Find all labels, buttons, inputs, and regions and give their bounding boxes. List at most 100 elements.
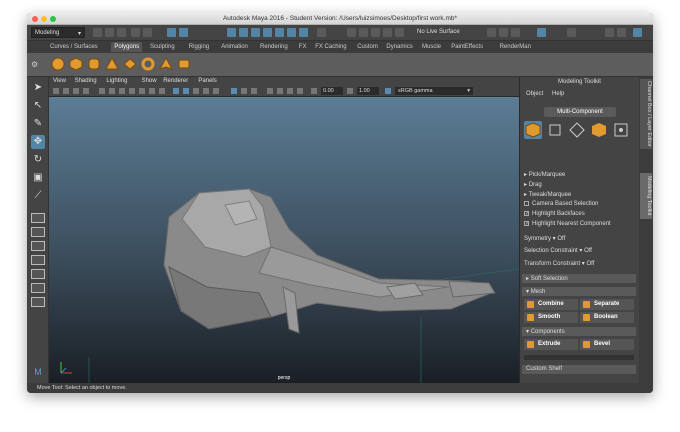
safe-action-icon[interactable] bbox=[149, 88, 155, 94]
motion-blur-icon[interactable] bbox=[277, 88, 283, 94]
tab-fx[interactable]: FX bbox=[296, 42, 310, 52]
lasso-tool-icon[interactable]: ↖ bbox=[31, 99, 45, 113]
ipr-render-icon[interactable] bbox=[511, 28, 520, 37]
spaceship-model[interactable] bbox=[49, 97, 519, 383]
mode-selector[interactable]: Modeling ▾ bbox=[31, 27, 85, 38]
face-mask-icon[interactable] bbox=[263, 28, 272, 37]
highlight-backfaces-checkbox[interactable]: ✓ Highlight Backfaces bbox=[524, 211, 585, 217]
tab-painteffects[interactable]: PaintEffects bbox=[448, 42, 486, 52]
tweak-marquee-option[interactable]: ▸ Tweak/Marquee bbox=[524, 191, 571, 198]
perspective-viewport[interactable]: persp bbox=[49, 97, 519, 383]
color-management-icon[interactable] bbox=[385, 88, 391, 94]
screen-space-ao-icon[interactable] bbox=[267, 88, 273, 94]
move-tool-icon[interactable]: ✥ bbox=[31, 135, 45, 149]
render-current-frame-icon[interactable] bbox=[499, 28, 508, 37]
transform-constraint-row[interactable]: Transform Constraint ▾ Off bbox=[524, 260, 594, 267]
snap-curve-icon[interactable] bbox=[359, 28, 368, 37]
menu-object[interactable]: Object bbox=[526, 91, 543, 97]
menu-show[interactable]: Show bbox=[142, 78, 157, 84]
redo-icon[interactable] bbox=[143, 28, 152, 37]
xray-icon[interactable] bbox=[203, 88, 209, 94]
single-perspective-layout-icon[interactable] bbox=[31, 213, 45, 223]
select-object-icon[interactable] bbox=[179, 28, 188, 37]
wireframe-on-shaded-icon[interactable] bbox=[193, 88, 199, 94]
modeling-toolkit-toggle-icon[interactable] bbox=[633, 28, 642, 37]
tab-muscle[interactable]: Muscle bbox=[419, 42, 444, 52]
poly-cone-icon[interactable] bbox=[105, 57, 119, 71]
persp-hypershade-layout-icon[interactable] bbox=[31, 269, 45, 279]
render-settings-icon[interactable] bbox=[537, 28, 546, 37]
persp-outliner-layout-icon[interactable] bbox=[31, 241, 45, 251]
poly-pyramid-icon[interactable] bbox=[159, 57, 173, 71]
poly-sphere-icon[interactable] bbox=[51, 57, 65, 71]
use-all-lights-icon[interactable] bbox=[213, 88, 219, 94]
camera-attributes-icon[interactable] bbox=[63, 88, 69, 94]
safe-title-icon[interactable] bbox=[159, 88, 165, 94]
gamma-field[interactable]: 1.00 bbox=[357, 87, 379, 95]
select-camera-icon[interactable] bbox=[53, 88, 59, 94]
xray-joints-icon[interactable] bbox=[241, 88, 247, 94]
boolean-button[interactable]: Boolean bbox=[580, 312, 634, 323]
vertex-mask-icon[interactable] bbox=[239, 28, 248, 37]
grid-icon[interactable] bbox=[99, 88, 105, 94]
persp-graph-layout-icon[interactable] bbox=[31, 255, 45, 265]
select-hierarchy-icon[interactable] bbox=[167, 28, 176, 37]
poly-plane-icon[interactable] bbox=[123, 57, 137, 71]
tab-custom[interactable]: Custom bbox=[354, 42, 381, 52]
exposure-field[interactable]: 0.00 bbox=[321, 87, 343, 95]
wireframe-icon[interactable] bbox=[173, 88, 179, 94]
gate-mask-icon[interactable] bbox=[129, 88, 135, 94]
menu-lighting[interactable]: Lighting bbox=[106, 78, 127, 84]
tab-renderman[interactable]: RenderMan bbox=[497, 42, 534, 52]
undo-icon[interactable] bbox=[131, 28, 140, 37]
poly-pipe-icon[interactable] bbox=[177, 57, 191, 71]
edge-mode-icon[interactable] bbox=[568, 121, 586, 139]
save-scene-icon[interactable] bbox=[117, 28, 126, 37]
menu-shading[interactable]: Shading bbox=[75, 78, 97, 84]
film-gate-icon[interactable] bbox=[109, 88, 115, 94]
scale-tool-icon[interactable]: ▣ bbox=[31, 171, 45, 185]
custom-shelf-section[interactable]: Custom Shelf bbox=[522, 365, 636, 374]
edge-mask-icon[interactable] bbox=[251, 28, 260, 37]
menu-panels[interactable]: Panels bbox=[198, 78, 216, 84]
smooth-button[interactable]: Smooth bbox=[524, 312, 578, 323]
combine-button[interactable]: Combine bbox=[524, 299, 578, 310]
open-scene-icon[interactable] bbox=[105, 28, 114, 37]
poly-torus-icon[interactable] bbox=[141, 57, 155, 71]
custom-layout-icon[interactable] bbox=[31, 297, 45, 307]
make-live-icon[interactable] bbox=[395, 28, 404, 37]
separate-button[interactable]: Separate bbox=[580, 299, 634, 310]
multi-component-button[interactable]: Multi-Component bbox=[544, 107, 616, 117]
camera-based-selection-checkbox[interactable]: Camera Based Selection bbox=[524, 201, 598, 207]
outliner-persp-layout-icon[interactable] bbox=[31, 283, 45, 293]
curve-mask-icon[interactable] bbox=[299, 28, 308, 37]
last-tool-icon[interactable]: ⟋ bbox=[31, 189, 45, 203]
panel-scrollbar[interactable] bbox=[524, 355, 634, 360]
symmetry-row[interactable]: Symmetry ▾ Off bbox=[524, 235, 565, 242]
soft-selection-section[interactable]: ▸ Soft Selection bbox=[522, 274, 636, 283]
render-view-icon[interactable] bbox=[487, 28, 496, 37]
highlight-nearest-component-checkbox[interactable]: ✓ Highlight Nearest Component bbox=[524, 221, 611, 227]
pick-marquee-option[interactable]: ▸ Pick/Marquee bbox=[524, 171, 565, 178]
menu-renderer[interactable]: Renderer bbox=[163, 78, 188, 84]
snap-grid-icon[interactable] bbox=[347, 28, 356, 37]
menu-help[interactable]: Help bbox=[552, 91, 564, 97]
tab-rendering[interactable]: Rendering bbox=[257, 42, 291, 52]
new-scene-icon[interactable] bbox=[93, 28, 102, 37]
mesh-section[interactable]: ▾ Mesh bbox=[522, 287, 636, 296]
poly-cube-icon[interactable] bbox=[69, 57, 83, 71]
selection-constraint-row[interactable]: Selection Constraint ▾ Off bbox=[524, 247, 592, 254]
input-field-icon[interactable] bbox=[567, 28, 576, 37]
drag-option[interactable]: ▸ Drag bbox=[524, 181, 542, 188]
tab-rigging[interactable]: Rigging bbox=[186, 42, 212, 52]
tab-animation[interactable]: Animation bbox=[218, 42, 251, 52]
image-plane-icon[interactable] bbox=[83, 88, 89, 94]
channel-box-toggle-icon[interactable] bbox=[605, 28, 614, 37]
bookmark-icon[interactable] bbox=[73, 88, 79, 94]
tab-sculpting[interactable]: Sculpting bbox=[147, 42, 178, 52]
select-by-component-icon[interactable] bbox=[227, 28, 236, 37]
bevel-button[interactable]: Bevel bbox=[580, 339, 634, 350]
gear-icon[interactable]: ⚙ bbox=[31, 60, 38, 69]
tab-channel-box[interactable]: Channel Box / Layer Editor bbox=[640, 79, 652, 149]
select-tool-icon[interactable]: ➤ bbox=[31, 81, 45, 95]
